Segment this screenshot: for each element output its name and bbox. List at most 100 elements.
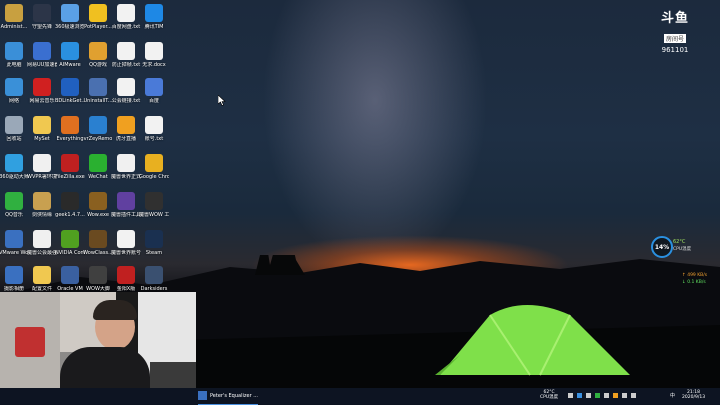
- webcam-desk: [150, 362, 196, 388]
- upload-speed: ↑ 499 KB/s: [682, 273, 708, 278]
- desktop-icon[interactable]: QQ游戏: [84, 40, 112, 78]
- cpu-widget[interactable]: 14% 62°C CPU温度: [649, 236, 701, 258]
- desktop-icon[interactable]: Administ...: [0, 2, 28, 40]
- desktop-app-icon: [5, 42, 23, 60]
- cpu-usage-ring: 14%: [651, 236, 673, 258]
- desktop-icon[interactable]: 魔兽公会最强工具3612: [27, 228, 57, 266]
- volume-icon[interactable]: [622, 393, 627, 398]
- desktop-app-icon: [61, 78, 79, 96]
- desktop-app-icon: [145, 4, 163, 22]
- desktop-icon[interactable]: 魔兽WOW 工具RV3.2...: [139, 190, 169, 228]
- desktop-icon[interactable]: FileZilla.exe: [55, 152, 85, 190]
- desktop-app-icon: [33, 230, 51, 248]
- desktop-icon[interactable]: 公会链接.txt: [112, 76, 140, 114]
- douyu-watermark: 斗鱼 房间号 961101: [655, 12, 695, 55]
- desktop-icon-label: AIMware: [59, 62, 81, 68]
- desktop-app-icon: [117, 42, 135, 60]
- desktop-icon-label: BDLinkGet...: [55, 98, 85, 104]
- desktop-icon-label: 账号.txt: [144, 136, 164, 142]
- desktop-icon[interactable]: 回收站: [0, 114, 28, 152]
- desktop-app-icon: [145, 230, 163, 248]
- desktop-icon-label: PotPlayer...: [84, 24, 112, 30]
- tray-icon[interactable]: [568, 393, 573, 398]
- desktop-icon-label: 魔兽世界账号.txt: [111, 250, 141, 256]
- desktop-icon[interactable]: 防止掉帧.txt: [112, 40, 140, 78]
- desktop-icon-label: VMware Workstat...: [0, 250, 29, 256]
- desktop-app-icon: [33, 192, 51, 210]
- cpu-temp: 62°C: [673, 239, 686, 245]
- desktop-icon-label: MySet: [34, 136, 50, 142]
- desktop-icon[interactable]: WeChat: [84, 152, 112, 190]
- desktop-icon[interactable]: Google Chrome: [139, 152, 169, 190]
- desktop-icon[interactable]: 守望先锋: [28, 2, 56, 40]
- input-language[interactable]: 中: [670, 392, 675, 399]
- desktop-icon-label: 公会链接.txt: [111, 98, 141, 104]
- green-tent: [435, 305, 630, 376]
- tray-icon[interactable]: [586, 393, 591, 398]
- desktop-icon[interactable]: 百度: [140, 76, 168, 114]
- desktop-app-icon: [145, 154, 163, 172]
- desktop-icon[interactable]: 网易UU加速器: [27, 40, 57, 78]
- desktop-icon[interactable]: VMware Workstat...: [0, 228, 29, 266]
- webcam-hair: [93, 300, 137, 320]
- desktop-icon[interactable]: 魔兽世界正式服直装...: [111, 152, 141, 190]
- desktop-icon[interactable]: MySet: [28, 114, 56, 152]
- desktop-app-icon: [61, 230, 79, 248]
- tray-icon[interactable]: [595, 393, 600, 398]
- desktop-icon-label: 网易UU加速器: [27, 62, 57, 68]
- tray-icon[interactable]: [613, 393, 618, 398]
- tray-icon[interactable]: [604, 393, 609, 398]
- clock[interactable]: 21:18 2020/9/13: [682, 390, 705, 400]
- desktop-app-icon: [117, 4, 135, 22]
- desktop-icon[interactable]: 百度网盘.txt: [112, 2, 140, 40]
- desktop-app-icon: [117, 230, 135, 248]
- tray-cpu-temp[interactable]: 62°C CPU温度: [540, 390, 558, 400]
- desktop-icon[interactable]: PotPlayer...: [84, 2, 112, 40]
- desktop-app-icon: [5, 116, 23, 134]
- desktop-icon-label: Everything: [56, 136, 84, 142]
- tray-cpu-temp-label: CPU温度: [540, 395, 559, 400]
- desktop-icon[interactable]: 360极速浏览器: [55, 2, 85, 40]
- desktop-icon[interactable]: Everything: [56, 114, 84, 152]
- desktop-icon-label: 虎牙直播: [115, 136, 136, 142]
- desktop-icon[interactable]: 网络: [0, 76, 28, 114]
- desktop-icon[interactable]: UninstallT...: [83, 76, 113, 114]
- desktop-icon[interactable]: 此电脑: [0, 40, 28, 78]
- equalizer-icon: [198, 391, 207, 400]
- desktop-icon[interactable]: 账号.txt: [140, 114, 168, 152]
- desktop-icon-label: WVPR署环境v3.2.7绿色版: [27, 174, 57, 180]
- desktop-icon[interactable]: 无求.docx: [140, 40, 168, 78]
- desktop-icon[interactable]: 360驱动大师: [0, 152, 29, 190]
- desktop-icon[interactable]: WowClass...: [83, 228, 113, 266]
- desktop-icon-label: NVIDIA Contr...: [55, 250, 85, 256]
- cpu-temp-label: CPU温度: [673, 247, 692, 252]
- desktop-app-icon: [117, 192, 135, 210]
- desktop-icon[interactable]: NVIDIA Contr...: [55, 228, 85, 266]
- desktop-icon[interactable]: 腾讯TIM: [140, 2, 168, 40]
- desktop-app-icon: [61, 42, 79, 60]
- desktop-icon[interactable]: Wow.exe: [84, 190, 112, 228]
- desktop-icon[interactable]: geek1.4.7...: [55, 190, 85, 228]
- desktop-icon-label: Wow.exe: [87, 212, 109, 218]
- tray-icon[interactable]: [577, 393, 582, 398]
- desktop-icon-label: 魔兽WOW 工具RV3.2...: [139, 212, 169, 218]
- mouse-cursor-icon: [218, 95, 226, 106]
- desktop-icon[interactable]: BDLinkGet...: [55, 76, 85, 114]
- desktop-icon[interactable]: Steam: [140, 228, 168, 266]
- desktop-icon[interactable]: 剑侠情缘: [28, 190, 56, 228]
- desktop-icon[interactable]: 网易云音乐: [28, 76, 56, 114]
- desktop-icon[interactable]: 虎牙直播: [112, 114, 140, 152]
- desktop-icon[interactable]: 魔兽插件工具6012.rar: [111, 190, 141, 228]
- taskbar-app-equalizer[interactable]: Peter's Equalizer ...: [198, 388, 258, 405]
- network-icon[interactable]: [631, 393, 636, 398]
- desktop-icon-label: 回收站: [6, 136, 22, 142]
- desktop-icon-label: 此电脑: [6, 62, 22, 68]
- desktop-icon[interactable]: AIMware: [56, 40, 84, 78]
- desktop-icon[interactable]: vrZeyRemo: [84, 114, 112, 152]
- desktop-icon[interactable]: 魔兽世界账号.txt: [111, 228, 141, 266]
- desktop-app-icon: [61, 116, 79, 134]
- desktop-app-icon: [89, 266, 107, 284]
- desktop-app-icon: [61, 192, 79, 210]
- desktop-icon[interactable]: QQ音乐: [0, 190, 28, 228]
- desktop-icon[interactable]: WVPR署环境v3.2.7绿色版: [27, 152, 57, 190]
